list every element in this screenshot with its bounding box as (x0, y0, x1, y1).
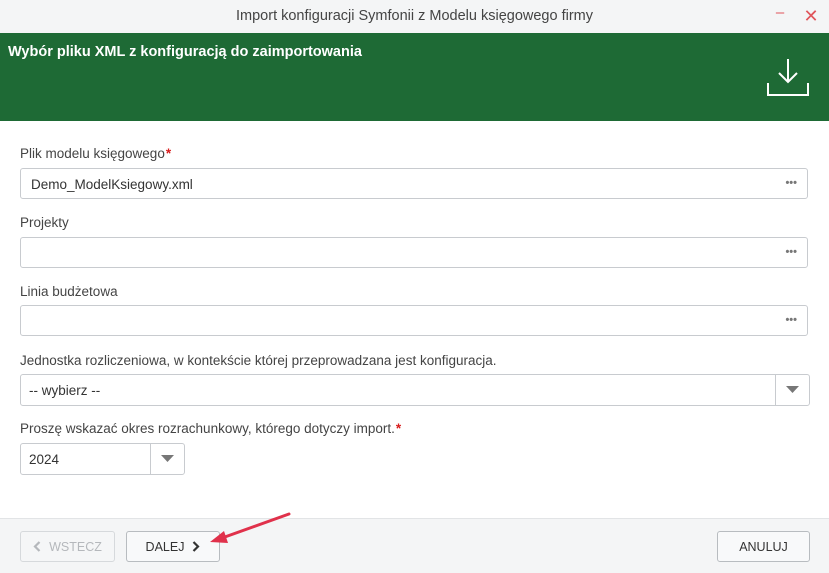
chevron-left-icon (33, 541, 41, 552)
period-label-text: Proszę wskazać okres rozrachunkowy, któr… (20, 421, 395, 436)
projects-input[interactable]: ••• (20, 237, 808, 268)
period-select[interactable]: 2024 (20, 443, 185, 475)
period-label: Proszę wskazać okres rozrachunkowy, któr… (20, 421, 401, 436)
unit-dropdown-button[interactable] (775, 375, 809, 405)
required-marker: * (395, 421, 402, 436)
wizard-footer (0, 518, 829, 573)
model-file-label: Plik modelu księgowego* (20, 146, 171, 161)
budget-line-input[interactable]: ••• (20, 305, 808, 336)
browse-projects-button[interactable]: ••• (785, 246, 797, 258)
cancel-button[interactable]: ANULUJ (717, 531, 810, 562)
budget-line-label: Linia budżetowa (20, 284, 118, 299)
chevron-down-icon (786, 386, 799, 393)
chevron-down-icon (161, 455, 174, 462)
back-button[interactable]: WSTECZ (20, 531, 115, 562)
browse-budget-line-button[interactable]: ••• (785, 314, 797, 326)
unit-select[interactable]: -- wybierz -- (20, 374, 810, 406)
wizard-header: Wybór pliku XML z konfiguracją do zaimpo… (0, 33, 829, 121)
cancel-button-label: ANULUJ (739, 539, 788, 554)
unit-select-value: -- wybierz -- (29, 383, 101, 398)
browse-model-file-button[interactable]: ••• (785, 177, 797, 189)
model-file-value: Demo_ModelKsiegowy.xml (31, 177, 193, 192)
next-button-label: DALEJ (145, 539, 185, 554)
close-icon[interactable]: ✕ (801, 6, 821, 26)
model-file-input[interactable]: Demo_ModelKsiegowy.xml ••• (20, 168, 808, 199)
minimize-icon[interactable]: – (770, 5, 790, 26)
back-button-label: WSTECZ (49, 539, 102, 554)
period-select-value: 2024 (29, 452, 60, 467)
window-title: Import konfiguracji Symfonii z Modelu ks… (236, 8, 593, 24)
window-titlebar: Import konfiguracji Symfonii z Modelu ks… (0, 0, 829, 34)
annotation-arrow-icon (210, 512, 291, 543)
download-icon (767, 59, 809, 96)
required-marker: * (165, 146, 172, 161)
period-dropdown-button[interactable] (150, 444, 184, 474)
wizard-heading: Wybór pliku XML z konfiguracją do zaimpo… (8, 44, 362, 60)
projects-label: Projekty (20, 215, 69, 230)
unit-label: Jednostka rozliczeniowa, w kontekście kt… (20, 353, 497, 368)
model-file-label-text: Plik modelu księgowego (20, 146, 165, 161)
